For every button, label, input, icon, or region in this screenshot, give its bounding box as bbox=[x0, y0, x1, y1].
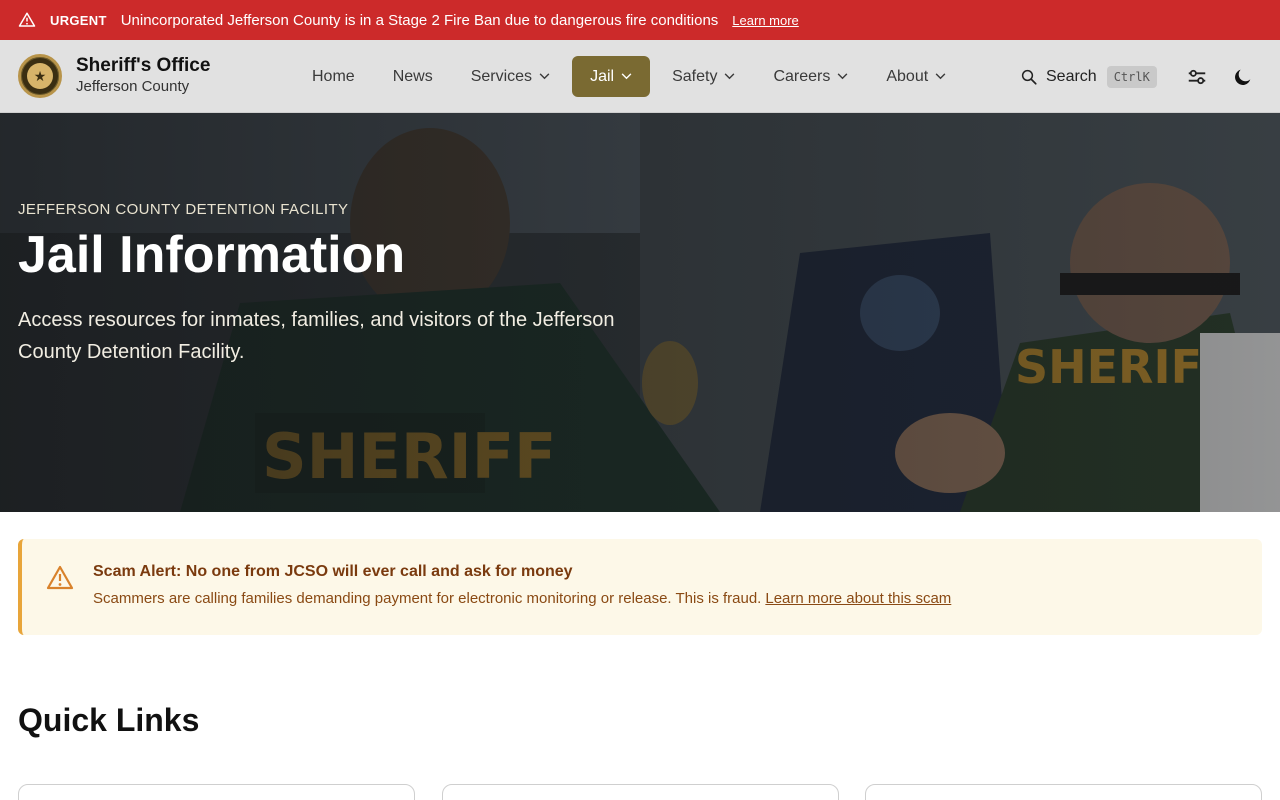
scam-alert-body: Scammers are calling families demanding … bbox=[93, 590, 951, 607]
search-label: Search bbox=[1046, 68, 1097, 85]
hero-description: Access resources for inmates, families, … bbox=[18, 309, 615, 363]
nav-safety[interactable]: Safety bbox=[656, 56, 751, 97]
search-shortcut: CtrlK bbox=[1106, 66, 1157, 88]
scam-alert-text: Scammers are calling families demanding … bbox=[93, 590, 762, 607]
quick-link-card[interactable] bbox=[865, 784, 1262, 800]
nav-label: About bbox=[886, 67, 929, 85]
hero-eyebrow: JEFFERSON COUNTY DETENTION FACILITY bbox=[18, 201, 349, 218]
nav-label: Services bbox=[470, 67, 533, 85]
nav-home[interactable]: Home bbox=[296, 56, 371, 97]
site-title: Sheriff's Office bbox=[76, 55, 211, 76]
quick-link-card[interactable] bbox=[442, 784, 839, 800]
chevron-down-icon bbox=[725, 73, 735, 80]
nav-label: News bbox=[392, 67, 433, 85]
page-title: Jail Information bbox=[18, 226, 406, 284]
nav-label: Jail bbox=[590, 67, 615, 85]
hero-banner: SHERIFF SHERIFF JEFFERSON COUNTY DETENTI… bbox=[0, 113, 1280, 512]
settings-sliders-button[interactable] bbox=[1186, 66, 1208, 88]
site-header: ★ Sheriff's Office Jefferson County Home… bbox=[0, 40, 1280, 113]
site-subtitle: Jefferson County bbox=[76, 78, 190, 95]
chevron-down-icon bbox=[935, 73, 946, 80]
quick-links-heading: Quick Links bbox=[18, 702, 200, 738]
sliders-icon bbox=[1188, 69, 1206, 85]
scam-alert: Scam Alert: No one from JCSO will ever c… bbox=[18, 539, 1262, 635]
nav-careers[interactable]: Careers bbox=[757, 56, 864, 97]
dark-mode-toggle[interactable] bbox=[1232, 66, 1254, 88]
warning-triangle-icon bbox=[18, 12, 36, 27]
chevron-down-icon bbox=[621, 73, 632, 80]
nav-services[interactable]: Services bbox=[455, 56, 566, 97]
star-icon: ★ bbox=[27, 63, 53, 89]
moon-icon bbox=[1235, 69, 1251, 85]
urgent-tag: URGENT bbox=[50, 12, 107, 28]
chevron-down-icon bbox=[539, 73, 550, 80]
urgent-banner: URGENT Unincorporated Jefferson County i… bbox=[0, 0, 1280, 40]
brand-home-link[interactable]: ★ Sheriff's Office Jefferson County bbox=[18, 54, 210, 98]
urgent-learn-more-link[interactable]: Learn more bbox=[732, 13, 798, 28]
search-button[interactable]: Search CtrlK bbox=[1020, 66, 1157, 88]
nav-jail[interactable]: Jail bbox=[572, 56, 651, 97]
urgent-message: Unincorporated Jefferson County is in a … bbox=[120, 11, 719, 29]
nav-label: Safety bbox=[672, 67, 718, 85]
chevron-down-icon bbox=[837, 73, 848, 80]
quick-link-card[interactable] bbox=[18, 784, 415, 800]
nav-news[interactable]: News bbox=[377, 56, 449, 97]
scam-learn-more-link[interactable]: Learn more about this scam bbox=[765, 590, 951, 607]
nav-label: Home bbox=[312, 67, 355, 85]
nav-about[interactable]: About bbox=[870, 56, 962, 97]
sheriff-badge-logo: ★ bbox=[18, 54, 62, 98]
main-nav: Home News Services Jail Safety Careers A… bbox=[296, 56, 968, 97]
warning-triangle-icon bbox=[46, 565, 74, 590]
scam-alert-title: Scam Alert: No one from JCSO will ever c… bbox=[93, 563, 573, 580]
hero-text: JEFFERSON COUNTY DETENTION FACILITY Jail… bbox=[18, 201, 658, 368]
search-icon bbox=[1021, 69, 1037, 85]
nav-label: Careers bbox=[773, 67, 831, 85]
